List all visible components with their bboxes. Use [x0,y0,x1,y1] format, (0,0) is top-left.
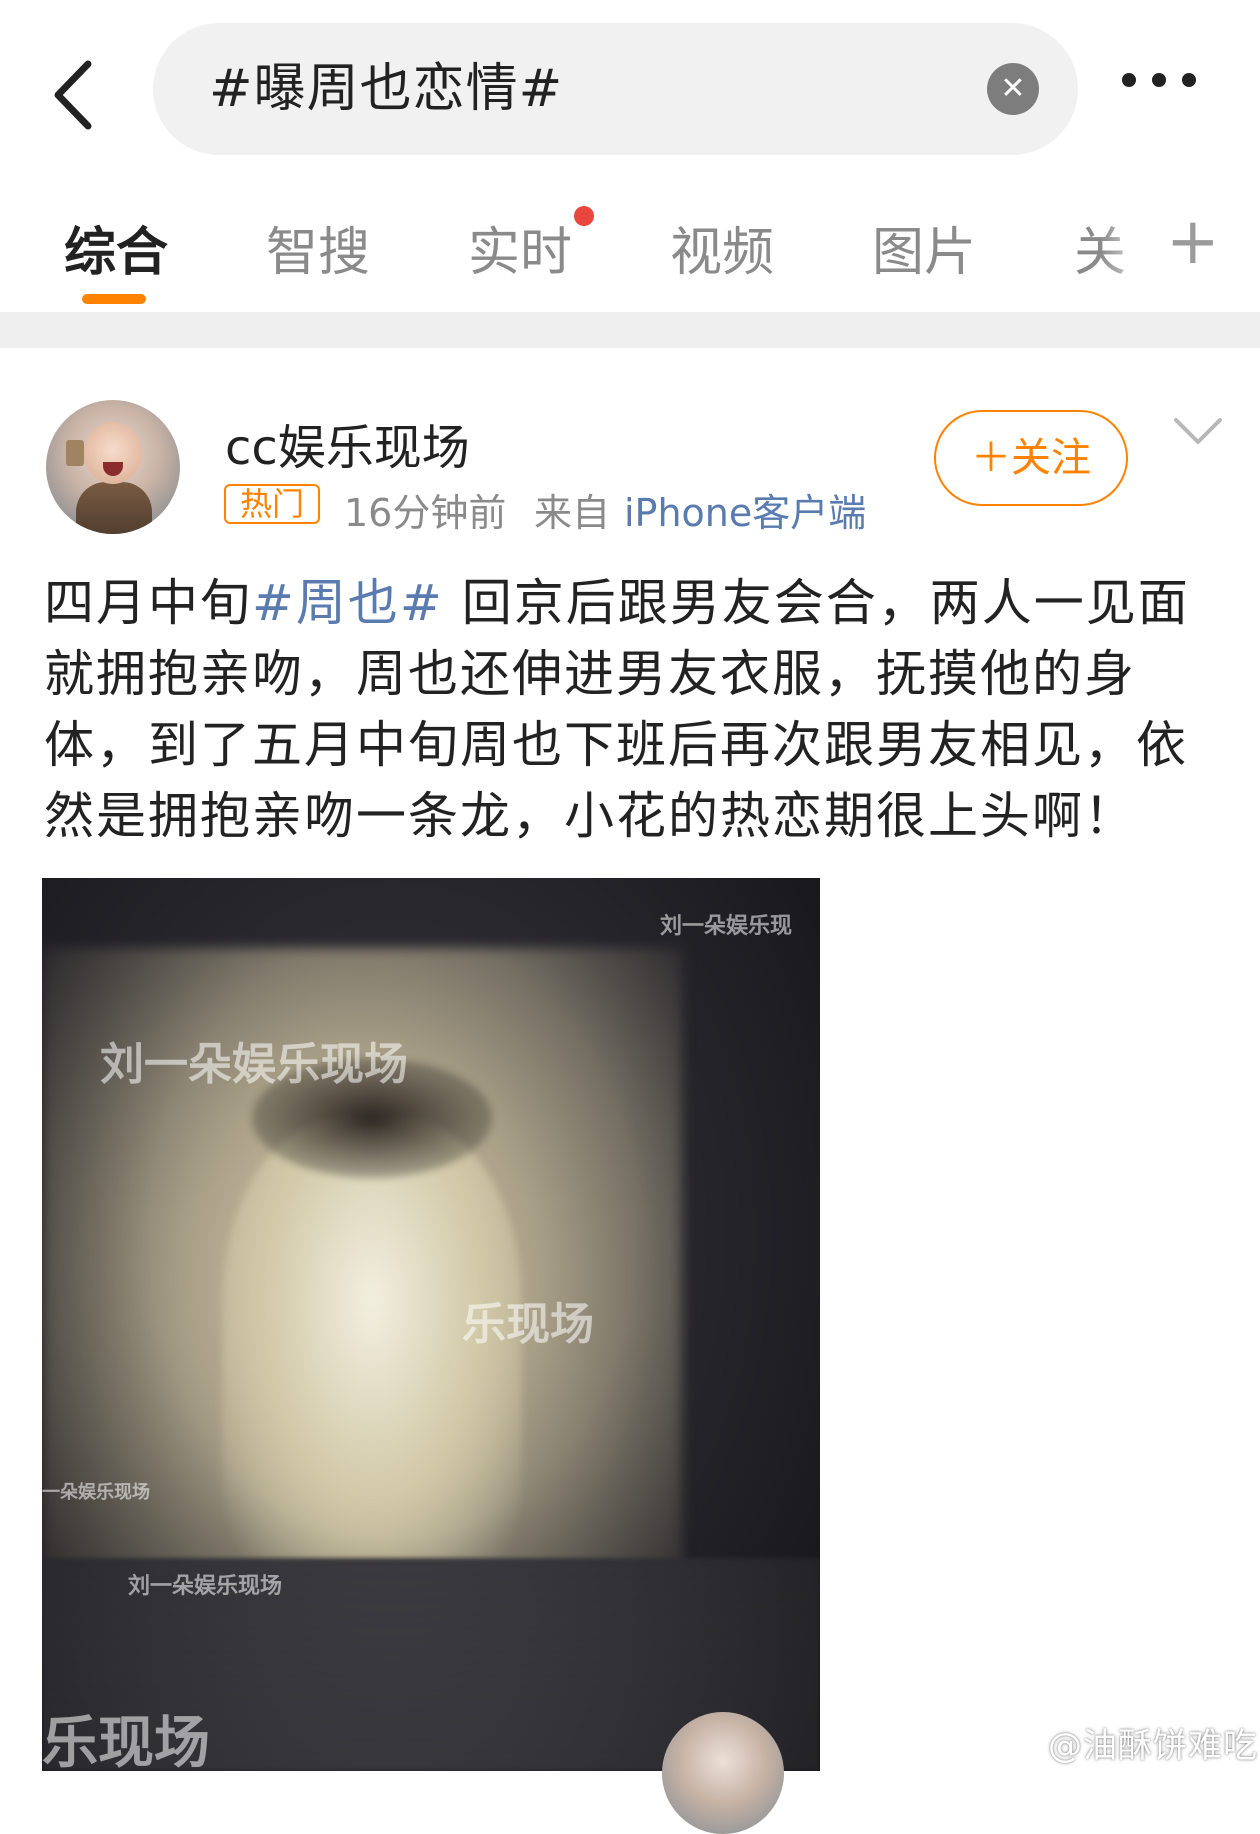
post-text: 四月中旬#周也# 回京后跟男友会合，两人一见面就拥抱亲吻，周也还伸进男友衣服，抚… [44,568,1224,852]
more-options-button[interactable] [1122,72,1212,106]
post-image[interactable]: 刘一朵娱乐现 刘一朵娱乐现场 乐现场 一朵娱乐现场 刘一朵娱乐现场 乐现场 [42,878,820,1771]
clear-search-button[interactable]: ✕ [987,63,1039,115]
image-watermark: 乐现场 [462,1299,594,1350]
tabs-fade [1100,200,1160,300]
close-icon: ✕ [1000,71,1026,106]
tab-images[interactable]: 图片 [872,210,976,285]
hashtag-link[interactable]: #周也# [252,574,444,632]
post-menu-button[interactable] [1172,412,1224,452]
username[interactable]: cc娱乐现场 [225,408,470,478]
follow-button[interactable]: ＋关注 [934,410,1128,506]
post-source-prefix: 来自 [534,491,611,535]
more-icon-dot [1122,73,1136,87]
more-icon-dot [1182,73,1196,87]
realtime-notification-dot [574,206,594,226]
chevron-down-icon [1174,418,1222,444]
site-watermark-text: @油酥饼难吃 [1048,1726,1258,1766]
site-watermark: @油酥饼难吃 [1004,1718,1258,1767]
more-icon-dot [1152,73,1166,87]
chevron-left-icon [54,60,92,130]
image-watermark: 刘一朵娱乐现场 [100,1039,408,1090]
tab-smart-search[interactable]: 智搜 [266,210,370,285]
back-button[interactable] [44,50,114,140]
search-tabs: 综合 智搜 实时 视频 图片 关 + [0,200,1260,310]
active-tab-indicator [82,294,146,304]
tab-video[interactable]: 视频 [670,210,774,285]
image-watermark: 乐现场 [42,1711,210,1771]
weibo-logo-icon [1006,1731,1045,1760]
search-query: #曝周也恋情# [209,59,564,119]
post-time: 16分钟前 [344,491,507,535]
hot-badge: 热门 [224,484,320,524]
floating-avatar[interactable] [662,1712,784,1834]
image-watermark: 刘一朵娱乐现场 [128,1574,283,1599]
section-divider [0,312,1260,348]
image-watermark: 一朵娱乐现场 [42,1482,150,1503]
post-text-part: 四月中旬 [44,574,252,632]
search-input[interactable]: #曝周也恋情# ✕ [153,23,1078,155]
post-source-device[interactable]: iPhone客户端 [624,482,866,537]
image-watermark: 刘一朵娱乐现 [660,914,793,939]
tab-comprehensive[interactable]: 综合 [64,210,168,285]
add-tab-button[interactable]: + [1166,210,1220,274]
avatar[interactable] [46,400,180,534]
tab-realtime[interactable]: 实时 [468,210,572,285]
